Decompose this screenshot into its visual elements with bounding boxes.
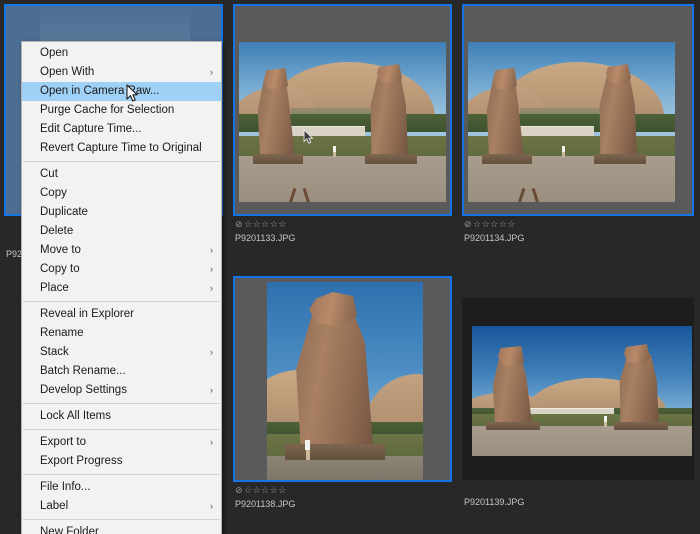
menu-item-export-to[interactable]: Export to › bbox=[22, 433, 221, 452]
menu-item-label: Label bbox=[40, 500, 69, 512]
chevron-right-icon: › bbox=[210, 501, 213, 511]
filename-label: P9201138.JPG bbox=[235, 499, 296, 509]
photo-preview bbox=[472, 326, 692, 456]
menu-item-label: Copy bbox=[40, 187, 67, 199]
menu-separator bbox=[23, 403, 220, 404]
menu-item-label: New Folder bbox=[40, 526, 99, 534]
reject-icon[interactable]: ⊘ bbox=[235, 485, 243, 496]
menu-item-revert-capture-time-to-original[interactable]: Revert Capture Time to Original bbox=[22, 139, 221, 158]
menu-separator bbox=[23, 161, 220, 162]
chevron-right-icon: › bbox=[210, 67, 213, 77]
menu-item-label: Edit Capture Time... bbox=[40, 123, 142, 135]
chevron-right-icon: › bbox=[210, 437, 213, 447]
thumbnail-meta-p9201138: ⊘☆☆☆☆☆ P9201138.JPG bbox=[233, 482, 452, 510]
reject-icon[interactable]: ⊘ bbox=[235, 219, 243, 230]
menu-item-label: Cut bbox=[40, 168, 58, 180]
chevron-right-icon: › bbox=[210, 347, 213, 357]
menu-item-copy[interactable]: Copy bbox=[22, 184, 221, 203]
photo-preview bbox=[468, 42, 675, 202]
menu-item-place[interactable]: Place › bbox=[22, 279, 221, 298]
menu-item-batch-rename[interactable]: Batch Rename... bbox=[22, 362, 221, 381]
star-rating[interactable]: ☆☆☆☆☆ bbox=[244, 485, 287, 495]
menu-item-export-progress[interactable]: Export Progress bbox=[22, 452, 221, 471]
rating-row[interactable]: ⊘☆☆☆☆☆ bbox=[235, 485, 452, 496]
menu-item-develop-settings[interactable]: Develop Settings › bbox=[22, 381, 221, 400]
chevron-right-icon: › bbox=[210, 283, 213, 293]
menu-item-label: Revert Capture Time to Original bbox=[40, 142, 202, 154]
star-rating[interactable]: ☆☆☆☆☆ bbox=[244, 219, 287, 229]
reject-icon[interactable]: ⊘ bbox=[464, 219, 472, 230]
menu-separator bbox=[23, 429, 220, 430]
rating-row[interactable]: ⊘☆☆☆☆☆ bbox=[464, 219, 694, 230]
menu-item-open[interactable]: Open bbox=[22, 44, 221, 63]
menu-item-new-folder[interactable]: New Folder bbox=[22, 523, 221, 534]
menu-item-label: Export Progress bbox=[40, 455, 123, 467]
menu-separator bbox=[23, 301, 220, 302]
thumbnail-image-p9201133[interactable] bbox=[233, 4, 452, 216]
chevron-right-icon: › bbox=[210, 245, 213, 255]
menu-item-copy-to[interactable]: Copy to › bbox=[22, 260, 221, 279]
rating-row[interactable]: ⊘☆☆☆☆☆ bbox=[235, 219, 452, 230]
photo-preview bbox=[239, 42, 446, 202]
menu-item-label: Move to bbox=[40, 244, 81, 256]
menu-item-label: File Info... bbox=[40, 481, 91, 493]
menu-item-open-in-camera-raw[interactable]: Open in Camera Raw... bbox=[22, 82, 221, 101]
menu-item-label: Open in Camera Raw... bbox=[40, 85, 160, 97]
menu-item-label: Reveal in Explorer bbox=[40, 308, 134, 320]
menu-item-stack[interactable]: Stack › bbox=[22, 343, 221, 362]
menu-item-label: Delete bbox=[40, 225, 74, 237]
menu-item-lock-all-items[interactable]: Lock All Items bbox=[22, 407, 221, 426]
thumbnail-meta-p9201139: P9201139.JPG bbox=[462, 480, 694, 508]
menu-item-label: Rename bbox=[40, 327, 84, 339]
menu-item-label: Duplicate bbox=[40, 206, 88, 218]
star-rating[interactable]: ☆☆☆☆☆ bbox=[473, 219, 516, 229]
filename-label: P9201139.JPG bbox=[464, 497, 525, 507]
menu-item-label: Lock All Items bbox=[40, 410, 111, 422]
menu-item-label: Export to bbox=[40, 436, 87, 448]
thumbnail-cell-p9201133[interactable]: ⊘☆☆☆☆☆ P9201133.JPG bbox=[229, 0, 458, 272]
menu-item-label: Copy to bbox=[40, 263, 80, 275]
menu-separator bbox=[23, 519, 220, 520]
chevron-right-icon: › bbox=[210, 264, 213, 274]
menu-item-label: Batch Rename... bbox=[40, 365, 126, 377]
menu-item-open-with[interactable]: Open With › bbox=[22, 63, 221, 82]
menu-item-label: Place bbox=[40, 282, 69, 294]
menu-separator bbox=[23, 474, 220, 475]
menu-item-rename[interactable]: Rename bbox=[22, 324, 221, 343]
menu-item-duplicate[interactable]: Duplicate bbox=[22, 203, 221, 222]
thumbnail-image-p9201134[interactable] bbox=[462, 4, 694, 216]
menu-item-edit-capture-time[interactable]: Edit Capture Time... bbox=[22, 120, 221, 139]
chevron-right-icon: › bbox=[210, 385, 213, 395]
menu-item-label: Stack bbox=[40, 346, 69, 358]
menu-item-move-to[interactable]: Move to › bbox=[22, 241, 221, 260]
menu-item-label: Open With bbox=[40, 66, 95, 78]
menu-item-reveal-in-explorer[interactable]: Reveal in Explorer bbox=[22, 305, 221, 324]
photo-preview bbox=[267, 282, 423, 480]
thumbnail-cell-p9201139[interactable]: P9201139.JPG bbox=[458, 272, 700, 534]
menu-item-delete[interactable]: Delete bbox=[22, 222, 221, 241]
menu-item-file-info[interactable]: File Info... bbox=[22, 478, 221, 497]
thumbnail-cell-p9201138[interactable]: ⊘☆☆☆☆☆ P9201138.JPG bbox=[229, 272, 458, 534]
thumbnail-cell-p9201134[interactable]: ⊘☆☆☆☆☆ P9201134.JPG bbox=[458, 0, 700, 272]
adobe-bridge-content-grid: ⊘☆☆☆☆☆ P9201137.JPG bbox=[0, 0, 700, 534]
thumbnail-meta-p9201134: ⊘☆☆☆☆☆ P9201134.JPG bbox=[462, 216, 694, 244]
filename-label: P9201133.JPG bbox=[235, 233, 296, 243]
thumbnail-meta-p9201133: ⊘☆☆☆☆☆ P9201133.JPG bbox=[233, 216, 452, 244]
menu-item-label: Develop Settings bbox=[40, 384, 127, 396]
context-menu[interactable]: Open Open With › Open in Camera Raw... Purge… bbox=[21, 41, 222, 534]
menu-item-cut[interactable]: Cut bbox=[22, 165, 221, 184]
thumbnail-image-p9201138[interactable] bbox=[233, 276, 452, 482]
menu-item-label[interactable]: Label › bbox=[22, 497, 221, 516]
thumbnail-image-p9201139[interactable] bbox=[462, 298, 694, 480]
menu-item-label: Purge Cache for Selection bbox=[40, 104, 175, 116]
filename-label: P9201134.JPG bbox=[464, 233, 525, 243]
menu-item-purge-cache-for-selection[interactable]: Purge Cache for Selection bbox=[22, 101, 221, 120]
menu-item-label: Open bbox=[40, 47, 69, 59]
